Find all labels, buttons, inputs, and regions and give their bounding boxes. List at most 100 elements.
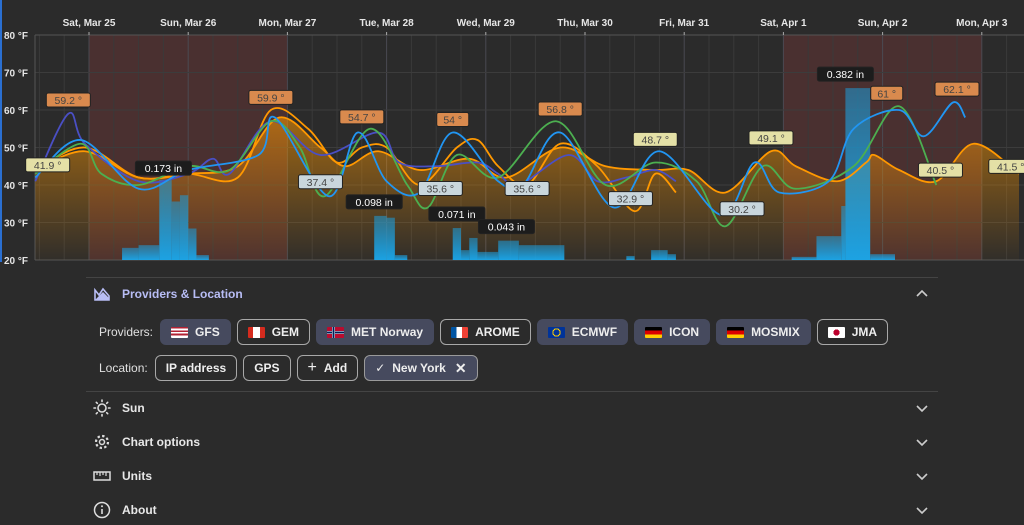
- y-tick-label: 70 °F: [4, 69, 28, 80]
- temperature-label-text: 35.6 °: [427, 184, 455, 196]
- flag-ca-icon: [247, 326, 265, 338]
- provider-ecmwf[interactable]: ECMWF: [536, 319, 629, 345]
- precipitation-bar: [159, 179, 172, 260]
- section-title: Chart options: [122, 435, 200, 449]
- y-tick-label: 60 °F: [4, 106, 28, 117]
- temperature-label: 54 °: [436, 112, 470, 127]
- x-tick-label: Tue, Mar 28: [359, 18, 414, 29]
- section-units[interactable]: Units: [86, 461, 938, 491]
- providers-location-title: Providers & Location: [122, 287, 243, 301]
- gear-icon: [92, 432, 112, 452]
- forecast-chart[interactable]: 20 °F 30 °F 40 °F 50 °F 60 °F 70 °F 80 °F Sat, …: [0, 0, 1024, 270]
- provider-arome[interactable]: AROME: [440, 319, 531, 345]
- temperature-label-text: 37.4 °: [307, 177, 335, 189]
- precipitation-label: 0.382 in: [816, 66, 874, 82]
- precipitation-bar: [196, 255, 209, 260]
- precipitation-label: 0.043 in: [477, 219, 535, 235]
- section-sun[interactable]: Sun: [86, 393, 938, 423]
- provider-label: MET Norway: [351, 325, 424, 339]
- flag-de-icon: [727, 326, 745, 338]
- precipitation-bar: [138, 245, 160, 260]
- temperature-label: 61 °: [870, 85, 904, 101]
- precipitation-label: 0.071 in: [428, 206, 486, 222]
- section-about[interactable]: About: [86, 495, 938, 525]
- temperature-label-text: 41.5 °: [997, 161, 1024, 173]
- x-tick-label: Mon, Mar 27: [259, 18, 317, 29]
- provider-jma[interactable]: JMA: [816, 319, 889, 345]
- location-row: Location: IP address GPS + Add ✓ New York…: [99, 355, 478, 381]
- precipitation-bar: [841, 206, 846, 260]
- add-label: Add: [323, 361, 348, 375]
- precipitation-bar: [171, 201, 180, 260]
- precipitation-label-text: 0.071 in: [438, 209, 476, 221]
- precipitation-bar: [386, 217, 395, 260]
- chevron-down-icon[interactable]: [914, 400, 930, 416]
- precipitation-label-text: 0.043 in: [488, 222, 526, 234]
- close-icon[interactable]: ✕: [455, 360, 467, 377]
- provider-gem[interactable]: GEM: [236, 319, 311, 345]
- add-location-button[interactable]: + Add: [296, 355, 359, 381]
- providers-label: Providers:: [99, 325, 154, 339]
- temperature-label: 41.5 °: [988, 158, 1024, 174]
- provider-icon[interactable]: ICON: [634, 319, 711, 345]
- precipitation-bar: [845, 88, 871, 260]
- providers-location-header[interactable]: Providers & Location: [86, 279, 938, 309]
- temperature-label: 35.6 °: [417, 181, 463, 196]
- precipitation-bar: [188, 228, 197, 260]
- temperature-label-text: 54.7 °: [348, 112, 376, 124]
- precipitation-bar: [461, 250, 470, 260]
- y-tick-label: 20 °F: [4, 256, 28, 267]
- provider-met-norway[interactable]: MET Norway: [316, 319, 435, 345]
- chevron-down-icon[interactable]: [914, 434, 930, 450]
- check-icon: ✓: [375, 361, 386, 375]
- temperature-label-text: 62.1 °: [943, 84, 971, 96]
- ip-address-label: IP address: [165, 361, 227, 375]
- temperature-label-text: 35.6 °: [513, 184, 541, 196]
- temperature-label: 40.5 °: [917, 162, 963, 178]
- precipitation-label-text: 0.173 in: [145, 163, 183, 175]
- plus-icon: +: [307, 359, 317, 376]
- temperature-label: 30.2 °: [719, 201, 765, 217]
- chevron-up-icon[interactable]: [914, 286, 930, 302]
- info-icon: [92, 500, 112, 520]
- x-tick-label: Mon, Apr 3: [956, 18, 1008, 29]
- window-edge: [0, 0, 2, 262]
- divider: [86, 277, 938, 278]
- flag-de-icon: [645, 326, 663, 338]
- temperature-label: 59.9 °: [248, 89, 294, 105]
- precipitation-bar: [179, 195, 189, 260]
- gps-button[interactable]: GPS: [243, 355, 291, 381]
- x-tick-label: Thu, Mar 30: [557, 18, 613, 29]
- flag-us-icon: [171, 326, 189, 338]
- mountain-chart-icon: [92, 284, 112, 304]
- y-tick-label: 80 °F: [4, 31, 28, 42]
- temperature-label-text: 59.2 °: [55, 95, 83, 107]
- gps-label: GPS: [254, 361, 280, 375]
- precipitation-label-text: 0.382 in: [827, 69, 865, 81]
- provider-mosmix[interactable]: MOSMIX: [716, 319, 811, 345]
- chevron-down-icon[interactable]: [914, 502, 930, 518]
- location-name: New York: [392, 361, 446, 375]
- precipitation-bar: [394, 255, 408, 260]
- temperature-label: 37.4 °: [297, 174, 343, 190]
- ip-address-button[interactable]: IP address: [154, 355, 238, 381]
- y-tick-label: 40 °F: [4, 181, 28, 192]
- precipitation-bar: [469, 237, 478, 260]
- x-tick-label: Wed, Mar 29: [457, 18, 516, 29]
- provider-label: MOSMIX: [751, 325, 800, 339]
- flag-jp-icon: [827, 326, 845, 338]
- x-tick-label: Fri, Mar 31: [659, 18, 709, 29]
- provider-label: GFS: [195, 325, 220, 339]
- precipitation-bar: [791, 256, 817, 260]
- chevron-down-icon[interactable]: [914, 468, 930, 484]
- precipitation-label: 0.098 in: [345, 194, 403, 210]
- temperature-label: 48.7 °: [632, 131, 678, 147]
- provider-gfs[interactable]: GFS: [160, 319, 231, 345]
- precipitation-bar: [667, 254, 676, 260]
- location-chip-new-york[interactable]: ✓ New York ✕: [364, 355, 478, 381]
- x-tick-label: Sun, Mar 26: [160, 18, 217, 29]
- temperature-label: 56.8 °: [537, 101, 583, 117]
- temperature-label: 59.2 °: [45, 92, 91, 108]
- flag-no-icon: [327, 326, 345, 338]
- section-chart-options[interactable]: Chart options: [86, 427, 938, 457]
